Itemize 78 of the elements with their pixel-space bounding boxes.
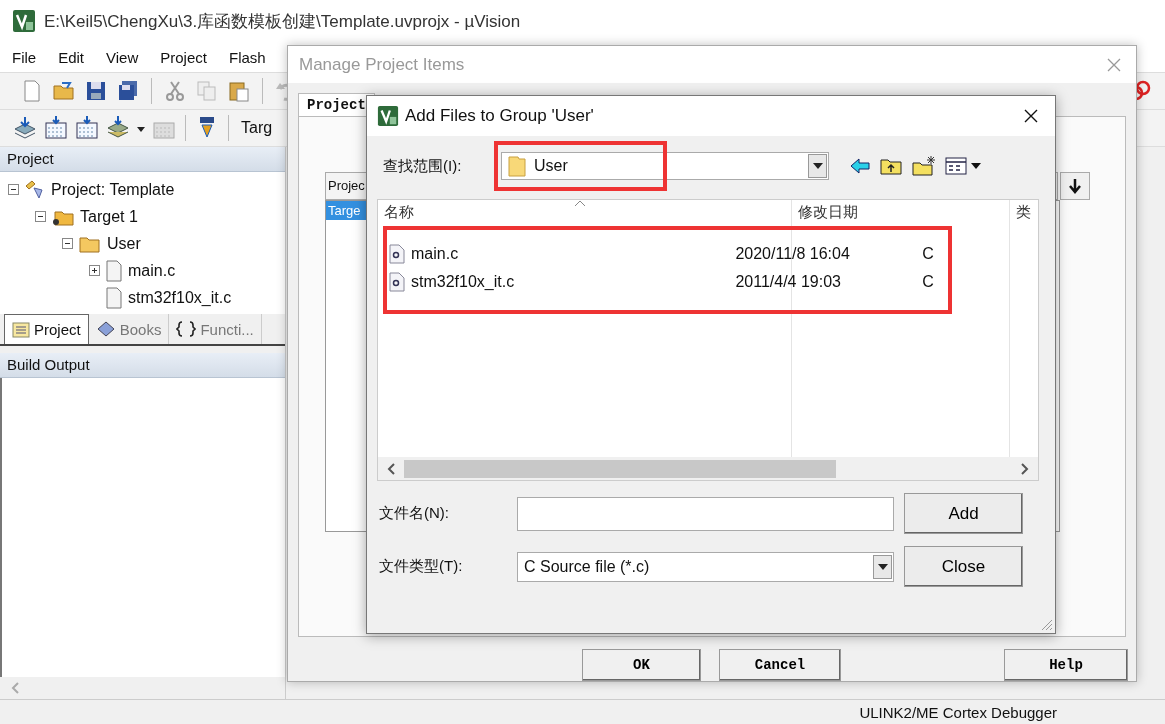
menu-item[interactable]: View (106, 48, 139, 66)
target-label: Targ (241, 119, 273, 137)
move-down-button[interactable] (1060, 172, 1090, 201)
add-button[interactable]: Add (904, 493, 1023, 534)
folder-icon (508, 155, 526, 177)
sort-caret-icon (574, 200, 586, 207)
new-folder-icon[interactable] (911, 155, 937, 177)
project-icon (24, 179, 46, 200)
up-folder-icon[interactable] (879, 156, 903, 176)
panel-tab[interactable]: Project (4, 314, 89, 344)
scrollbar-thumb[interactable] (404, 459, 836, 478)
table-cell-text: C (922, 273, 935, 291)
app-logo-icon (12, 9, 36, 33)
build-icon[interactable] (43, 115, 69, 141)
save-icon[interactable] (84, 79, 108, 103)
cut-icon[interactable] (163, 79, 187, 103)
paste-icon[interactable] (227, 79, 251, 103)
list-icon (12, 321, 30, 338)
save-all-icon[interactable] (116, 79, 140, 103)
file-name[interactable]: main.c (411, 245, 459, 263)
table-cell-text: 2011/4/4 19:03 (735, 273, 842, 291)
dialog-tab[interactable]: Project (298, 93, 375, 117)
scroll-right-icon[interactable] (1020, 461, 1030, 476)
status-text: ULINK2/ME Cortex Debugger (859, 703, 1057, 721)
dialog-button[interactable]: Cancel (719, 649, 841, 681)
back-arrow-icon[interactable] (849, 156, 871, 176)
menu-item[interactable]: Flash (228, 48, 266, 66)
expand-icon[interactable] (89, 265, 100, 276)
resize-grip-icon[interactable] (1039, 617, 1053, 631)
table-cell-text: 2020/11/8 16:04 (735, 245, 851, 263)
dialog-button[interactable]: OK (582, 649, 701, 681)
arrow-down-icon (1068, 178, 1082, 195)
menu-item[interactable]: Edit (58, 48, 85, 66)
panel-tab[interactable]: Functi... (169, 314, 262, 344)
dialog-button[interactable]: Help (1004, 649, 1128, 681)
app-logo-icon (377, 105, 399, 127)
tree-item[interactable]: Target 1 (80, 207, 138, 226)
tree-item[interactable]: main.c (128, 261, 176, 280)
collapse-icon[interactable] (8, 184, 19, 195)
column-header[interactable]: 修改日期 (792, 200, 1010, 224)
file-name[interactable]: stm32f10x_it.c (411, 273, 515, 291)
panel-tab[interactable]: Books (88, 314, 170, 344)
column-header[interactable]: 名称 (378, 200, 792, 224)
tree-item[interactable]: User (107, 234, 141, 253)
caret-icon (877, 563, 888, 570)
view-menu-icon[interactable] (945, 156, 983, 176)
c-file-icon (389, 244, 405, 264)
tree-item[interactable]: Project: Template (51, 180, 175, 199)
file-name-field[interactable] (517, 496, 894, 531)
collapse-icon[interactable] (62, 238, 73, 249)
tree-item[interactable]: stm32f10x_it.c (128, 288, 232, 307)
collapse-icon[interactable] (35, 211, 46, 222)
file-type-dropdown[interactable]: C Source file (*.c) (517, 551, 894, 582)
caret-icon (812, 163, 823, 169)
window-title: E:\Keil5\ChengXu\3.库函数模板创建\Template.uvprojx - µVision (44, 10, 521, 33)
layers-icon[interactable] (12, 115, 38, 141)
table-cell-text: C (922, 245, 935, 263)
menu-item[interactable]: File (12, 48, 37, 66)
close-icon[interactable] (1023, 108, 1039, 124)
close-button[interactable]: Close (904, 546, 1023, 587)
folder-dropdown[interactable]: User (501, 152, 829, 180)
file-icon (105, 259, 123, 282)
column-header[interactable]: 类 (1010, 200, 1031, 224)
folder-icon[interactable] (52, 79, 76, 103)
panel-header: Project (0, 147, 285, 172)
braces-icon (176, 321, 197, 337)
scroll-left-icon[interactable] (386, 461, 396, 476)
file-icon (105, 286, 123, 309)
diamond-icon (95, 320, 116, 338)
panel-header: Build Output (0, 353, 285, 378)
rebuild-icon[interactable] (74, 115, 100, 141)
field-label: 文件名(N): (379, 504, 450, 523)
field-label: 查找范围(I): (383, 156, 463, 176)
dialog-title: Manage Project Items (299, 54, 465, 75)
c-file-icon (389, 272, 405, 292)
dialog-title: Add Files to Group 'User' (405, 106, 594, 126)
menu-item[interactable]: Project (160, 48, 207, 66)
field-label: 文件类型(T): (379, 557, 464, 576)
